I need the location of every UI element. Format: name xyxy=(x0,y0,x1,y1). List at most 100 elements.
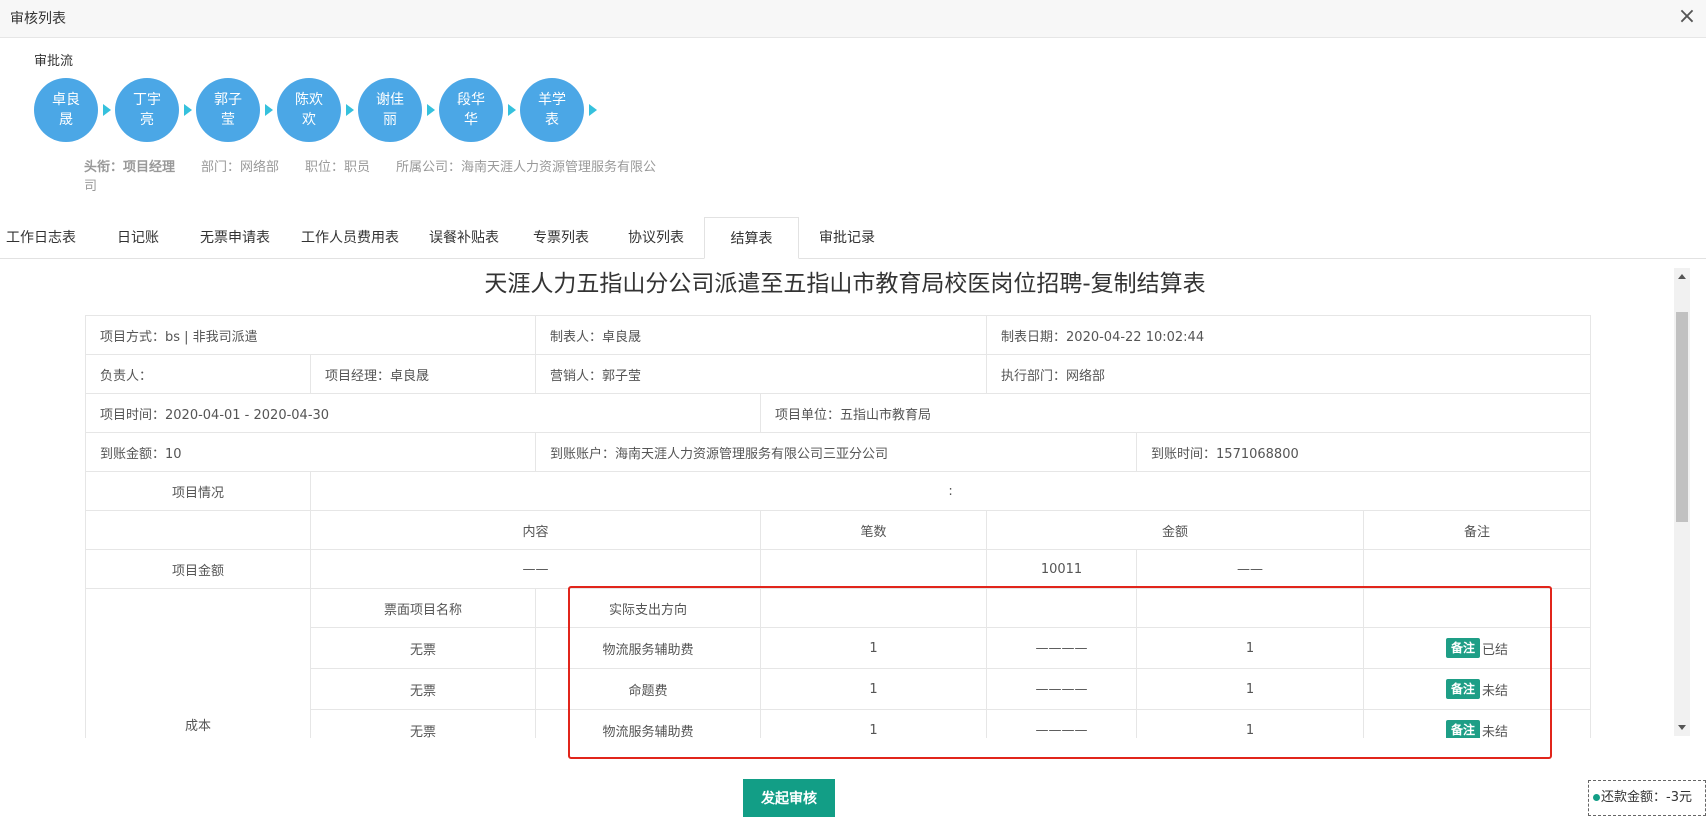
settlement-content: 天涯人力五指山分公司派遣至五指山市教育局校医岗位招聘-复制结算表 项目方式：bs… xyxy=(0,260,1690,738)
cost-dash: ———— xyxy=(986,709,1138,738)
cost-invoice: 无票 xyxy=(309,668,537,710)
tab-approval-records[interactable]: 审批记录 xyxy=(819,217,875,259)
cost-count: 1 xyxy=(760,668,988,710)
project-manager: 项目经理：卓良晟 xyxy=(309,354,537,394)
cost-invoice: 无票 xyxy=(309,709,537,738)
cost-count: 1 xyxy=(760,709,988,738)
settle-status: 未结 xyxy=(1482,683,1509,699)
situation-value: : xyxy=(309,471,1592,511)
settle-status: 未结 xyxy=(1482,724,1509,739)
cost-direction: 物流服务辅助费 xyxy=(535,627,762,669)
table-row: 无票 物流服务辅助费 1 ———— 1 备注 已结 xyxy=(86,627,1592,669)
arrow-right-icon xyxy=(184,104,192,116)
content-scrollbar[interactable] xyxy=(1674,268,1690,736)
arrow-right-icon xyxy=(427,104,435,116)
creator: 制表人：卓良晟 xyxy=(535,315,988,355)
cost-amount: 1 xyxy=(1136,668,1365,710)
approval-flow-label: 审批流 xyxy=(34,54,74,69)
created-date: 制表日期：2020-04-22 10:02:44 xyxy=(986,315,1592,355)
tab-bar: 工作日志表 日记账 无票申请表 工作人员费用表 误餐补贴表 专票列表 协议列表 … xyxy=(0,217,1706,259)
table-row: 负责人： 项目经理：卓良晟 营销人：郭子莹 执行部门：网络部 xyxy=(85,354,1592,394)
tab-special-invoice[interactable]: 专票列表 xyxy=(533,217,589,259)
flow-node[interactable]: 陈欢欢 xyxy=(277,78,341,142)
cost-remark: 备注 已结 xyxy=(1363,627,1592,669)
close-icon[interactable]: × xyxy=(1674,4,1700,30)
cost-header-invoice: 票面项目名称 xyxy=(309,588,537,628)
approver-info: 头衔：项目经理 部门：网络部 职位：职员 所属公司：海南天涯人力资源管理服务有限公司 xyxy=(84,158,674,196)
tab-work-log[interactable]: 工作日志表 xyxy=(6,217,76,259)
table-row: 项目方式：bs | 非我司派遣 制表人：卓良晟 制表日期：2020-04-22 … xyxy=(84,315,1592,355)
received-account: 到账账户：海南天涯人力资源管理服务有限公司三亚分公司 xyxy=(535,432,1138,472)
table-row: 内容 笔数 金额 备注 xyxy=(85,510,1592,550)
settle-status: 已结 xyxy=(1482,642,1509,658)
project-amount-content: —— xyxy=(309,549,762,589)
cost-remark: 备注 未结 xyxy=(1363,668,1592,710)
received-amount: 到账金额：10 xyxy=(84,432,537,472)
project-time: 项目时间：2020-04-01 - 2020-04-30 xyxy=(84,393,762,433)
cost-direction: 命题费 xyxy=(535,668,762,710)
cost-direction: 物流服务辅助费 xyxy=(535,709,762,738)
scroll-thumb[interactable] xyxy=(1676,312,1688,522)
status-dot-icon xyxy=(1593,794,1600,801)
arrow-right-icon xyxy=(508,104,516,116)
cost-dash: ———— xyxy=(986,668,1138,710)
flow-node[interactable]: 谢佳丽 xyxy=(358,78,422,142)
header-amount: 金额 xyxy=(986,510,1365,550)
header-remark: 备注 xyxy=(1363,510,1592,550)
flow-node[interactable]: 丁宇亮 xyxy=(115,78,179,142)
project-amount-label: 项目金额 xyxy=(85,549,311,589)
situation-label: 项目情况 xyxy=(85,471,311,511)
arrow-right-icon xyxy=(265,104,273,116)
cost-amount: 1 xyxy=(1136,709,1365,738)
project-amount-extra: —— xyxy=(1136,549,1365,589)
arrow-right-icon xyxy=(346,104,354,116)
cost-remark: 备注 未结 xyxy=(1363,709,1592,739)
flow-node[interactable]: 郭子莹 xyxy=(196,78,260,142)
project-unit: 项目单位：五指山市教育局 xyxy=(760,393,1592,433)
cost-invoice: 无票 xyxy=(309,627,537,669)
table-row: 无票 物流服务辅助费 1 ———— 1 备注 未结 xyxy=(86,709,1592,739)
scroll-up-icon[interactable] xyxy=(1678,274,1686,279)
flow-node[interactable]: 卓良晟 xyxy=(34,78,98,142)
arrow-right-icon xyxy=(103,104,111,116)
window-titlebar: 审核列表 × xyxy=(0,0,1706,38)
table-row: 项目情况 : xyxy=(85,471,1592,511)
remark-badge-button[interactable]: 备注 xyxy=(1446,679,1481,699)
header-content: 内容 xyxy=(309,510,762,550)
cost-amount: 1 xyxy=(1136,627,1365,669)
scroll-down-icon[interactable] xyxy=(1678,725,1686,730)
tab-no-invoice[interactable]: 无票申请表 xyxy=(200,217,270,259)
marketer: 营销人：郭子莹 xyxy=(535,354,988,394)
cost-dash: ———— xyxy=(986,627,1138,669)
submit-review-button[interactable]: 发起审核 xyxy=(743,779,835,817)
approver-position: 职位：职员 xyxy=(305,160,371,175)
header-count: 笔数 xyxy=(760,510,988,550)
table-row: 无票 命题费 1 ———— 1 备注 未结 xyxy=(86,668,1592,710)
tab-journal[interactable]: 日记账 xyxy=(117,217,159,259)
remark-badge-button[interactable]: 备注 xyxy=(1446,720,1481,738)
flow-node[interactable]: 羊学表 xyxy=(520,78,584,142)
project-mode: 项目方式：bs | 非我司派遣 xyxy=(84,315,537,355)
table-row: 到账金额：10 到账账户：海南天涯人力资源管理服务有限公司三亚分公司 到账时间：… xyxy=(84,432,1592,472)
tab-agreements[interactable]: 协议列表 xyxy=(628,217,684,259)
remark-badge-button[interactable]: 备注 xyxy=(1446,638,1481,658)
document-title: 天涯人力五指山分公司派遣至五指山市教育局校医岗位招聘-复制结算表 xyxy=(484,271,1206,297)
approver-department: 部门：网络部 xyxy=(201,160,280,175)
cost-label: 成本 xyxy=(85,588,311,738)
repay-amount-badge: 还款金额：-3元 xyxy=(1588,780,1706,816)
approver-title: 头衔：项目经理 xyxy=(84,160,176,175)
cost-header-direction: 实际支出方向 xyxy=(535,588,762,628)
cost-count: 1 xyxy=(760,627,988,669)
repay-amount: 还款金额：-3元 xyxy=(1601,790,1692,805)
tab-staff-expense[interactable]: 工作人员费用表 xyxy=(301,217,399,259)
arrow-right-icon xyxy=(589,104,597,116)
flow-node[interactable]: 段华华 xyxy=(439,78,503,142)
exec-dept: 执行部门：网络部 xyxy=(986,354,1592,394)
window-title: 审核列表 xyxy=(10,11,66,27)
table-row: 成本 票面项目名称 实际支出方向 xyxy=(85,588,1592,738)
tab-settlement[interactable]: 结算表 xyxy=(704,217,799,259)
tab-meal-subsidy[interactable]: 误餐补贴表 xyxy=(429,217,499,259)
settlement-table: 项目方式：bs | 非我司派遣 制表人：卓良晟 制表日期：2020-04-22 … xyxy=(84,315,1592,739)
responsible: 负责人： xyxy=(85,354,311,394)
received-time: 到账时间：1571068800 xyxy=(1136,432,1592,472)
